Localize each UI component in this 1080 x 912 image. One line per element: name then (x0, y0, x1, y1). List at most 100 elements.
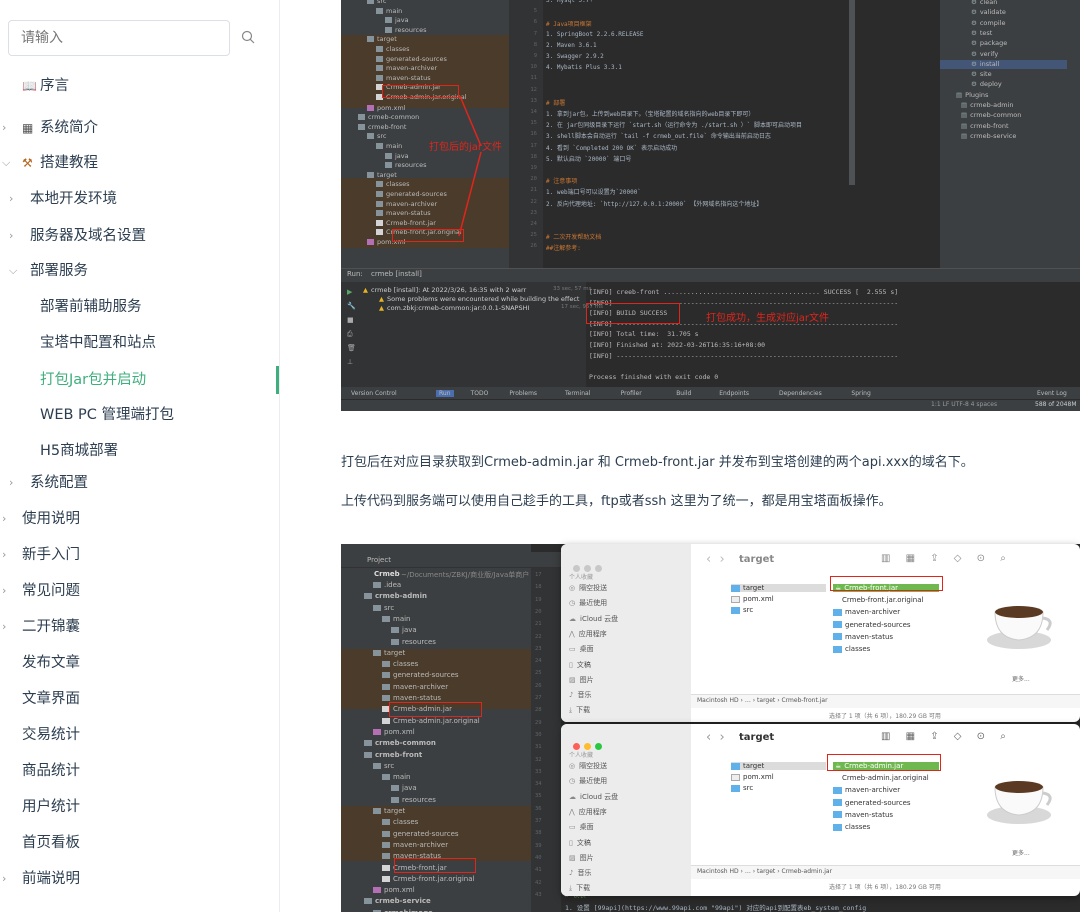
sidebar-item[interactable]: ⌵ ⚒ 搭建教程 (0, 153, 275, 173)
sidebar-item[interactable]: › 服务器及域名设置 (0, 226, 275, 246)
tree-node[interactable]: crmeb-common (364, 738, 436, 749)
run-row[interactable]: ▲ crmeb [install]: At 2022/3/26, 16:35 wi… (363, 286, 526, 294)
finder-sidebar-item[interactable]: ⋀ 应用程序 (569, 629, 607, 639)
maven-item[interactable]: ⚙ validate (971, 8, 1006, 16)
finder-item[interactable]: maven-status (833, 633, 893, 641)
tree-node[interactable]: classes (382, 817, 418, 828)
finder-item[interactable]: Crmeb-admin.jar.original (833, 774, 929, 782)
memory-indicator[interactable]: 588 of 2048M (1035, 401, 1077, 408)
more-label[interactable]: 更多... (1012, 674, 1030, 683)
finder-item[interactable]: maven-archiver (833, 786, 900, 794)
tree-node[interactable]: target (373, 806, 405, 817)
tree-node[interactable]: crmeb-front (364, 750, 422, 761)
tree-node[interactable]: main (382, 772, 411, 783)
wrench-icon[interactable]: 🔧 (347, 302, 356, 310)
finder-sidebar-item[interactable]: ▯ 文稿 (569, 660, 591, 670)
finder-sidebar-item[interactable]: ⋀ 应用程序 (569, 807, 607, 817)
finder-item[interactable]: classes (833, 823, 870, 831)
finder-item[interactable]: classes (833, 645, 870, 653)
sidebar-item[interactable]: 📖 序言 (0, 76, 275, 96)
run-row[interactable]: ▲ com.zbkj:crmeb-common:jar:0.0.1-SNAPSHI (379, 304, 529, 312)
tree-node[interactable]: src (373, 603, 394, 614)
sidebar-item[interactable]: 部署前辅助服务 (0, 297, 275, 317)
finder-sidebar-item[interactable]: ◷ 最近使用 (569, 776, 607, 786)
maven-item[interactable]: ⚙ clean (971, 0, 997, 6)
sidebar-item[interactable]: 用户统计 (0, 797, 275, 817)
finder-item[interactable]: maven-archiver (833, 608, 900, 616)
finder-sidebar-item[interactable]: ▨ 图片 (569, 853, 594, 863)
search-input[interactable] (8, 20, 230, 56)
finder-item[interactable]: pom.xml (731, 773, 774, 781)
tree-node[interactable]: target (373, 648, 405, 659)
sidebar-item[interactable]: › ▦ 系统简介 (0, 118, 275, 138)
finder-item[interactable]: generated-sources (833, 621, 911, 629)
finder-item[interactable]: target (731, 762, 826, 770)
sidebar-item[interactable]: › 新手入门 (0, 545, 275, 565)
sidebar-item[interactable]: 发布文章 (0, 653, 275, 673)
finder-item[interactable]: generated-sources (833, 799, 911, 807)
sidebar-item[interactable]: 交易统计 (0, 725, 275, 745)
path-text[interactable]: Macintosh HD › … › target › Crmeb-admin.… (697, 868, 832, 875)
search-icon[interactable] (241, 30, 255, 44)
tree-node[interactable]: generated-sources (382, 670, 459, 681)
sidebar-item[interactable]: › 前端说明 (0, 869, 275, 889)
sidebar-item[interactable]: WEB PC 管理端打包 (0, 405, 275, 425)
tree-node[interactable]: resources (391, 795, 436, 806)
editor-scrollbar[interactable] (849, 0, 855, 185)
finder-sidebar-item[interactable]: ◷ 最近使用 (569, 598, 607, 608)
tool-tab[interactable]: Endpoints (719, 390, 749, 397)
sidebar-item[interactable]: 宝塔中配置和站点 (0, 333, 275, 353)
path-text[interactable]: Macintosh HD › … › target › Crmeb-front.… (697, 697, 828, 704)
finder-item[interactable]: Crmeb-front.jar.original (833, 596, 923, 604)
finder-item[interactable]: src (731, 606, 753, 614)
tree-node[interactable]: crmeb-admin (364, 591, 427, 602)
play-icon[interactable]: ▶ (347, 288, 352, 296)
project-label[interactable]: Project (367, 556, 391, 564)
event-log[interactable]: Event Log (1037, 390, 1067, 397)
tool-tab[interactable]: Version Control (351, 390, 397, 397)
stop-icon[interactable]: ■ (347, 316, 354, 324)
finder-item[interactable]: pom.xml (731, 595, 774, 603)
tree-node[interactable]: java (391, 625, 417, 636)
finder-item[interactable]: src (731, 784, 753, 792)
finder-sidebar-item[interactable]: ☁ iCloud 云盘 (569, 614, 618, 624)
tool-tab[interactable]: Spring (851, 390, 870, 397)
run-row[interactable]: ▲ Some problems were encountered while bu… (379, 295, 579, 303)
tool-tab[interactable]: Dependencies (779, 390, 822, 397)
tree-node[interactable]: crmeb-service (364, 896, 431, 907)
sidebar-item[interactable]: ⌵ 部署服务 (0, 261, 275, 281)
finder-sidebar-item[interactable]: ◎ 隔空投送 (569, 761, 607, 771)
maven-item[interactable]: ▤ crmeb-front (961, 122, 1009, 130)
tree-node[interactable]: main (382, 614, 411, 625)
sidebar-item[interactable]: 商品统计 (0, 761, 275, 781)
sidebar-item[interactable]: 首页看板 (0, 833, 275, 853)
maven-item[interactable]: ⚙ test (971, 29, 992, 37)
print-icon[interactable]: ⎙ (347, 330, 353, 339)
finder-sidebar-item[interactable]: ⤓ 下载 (569, 883, 590, 893)
tree-node[interactable]: crmebimage (373, 908, 433, 912)
finder-item[interactable]: target (731, 584, 826, 592)
sidebar-item[interactable]: › 使用说明 (0, 509, 275, 529)
tree-node[interactable]: maven-archiver (382, 682, 448, 693)
tool-tab[interactable]: Run (436, 390, 454, 397)
tree-node[interactable]: pom.xml (373, 885, 415, 896)
tool-tab[interactable]: Problems (509, 390, 537, 397)
tree-node[interactable]: maven-archiver (382, 840, 448, 851)
tool-tab[interactable]: Build (676, 390, 691, 397)
tree-node[interactable]: java (391, 783, 417, 794)
sidebar-item[interactable]: › 本地开发环境 (0, 189, 275, 209)
sidebar-item[interactable]: › 二开锦囊 (0, 617, 275, 637)
pin-icon[interactable]: ⊥ (347, 358, 353, 366)
sidebar-item[interactable]: H5商城部署 (0, 441, 275, 461)
tree-node[interactable]: src (373, 761, 394, 772)
tool-tab[interactable]: Profiler (621, 390, 642, 397)
maven-item[interactable]: ▤ crmeb-service (961, 132, 1016, 140)
maven-item[interactable]: ⚙ site (971, 70, 992, 78)
maven-item[interactable]: ▤ crmeb-common (961, 111, 1021, 119)
maven-item[interactable]: ▤ Plugins (956, 91, 988, 99)
finder-sidebar-item[interactable]: ⤓ 下载 (569, 705, 590, 715)
tree-node[interactable]: classes (382, 659, 418, 670)
tool-tab[interactable]: TODO (471, 390, 489, 397)
toolbar-icons[interactable]: ▥ ▦ ⇪ ◇ ⊙ ⌕ (881, 731, 1012, 742)
maven-item[interactable]: ⚙ package (971, 39, 1007, 47)
